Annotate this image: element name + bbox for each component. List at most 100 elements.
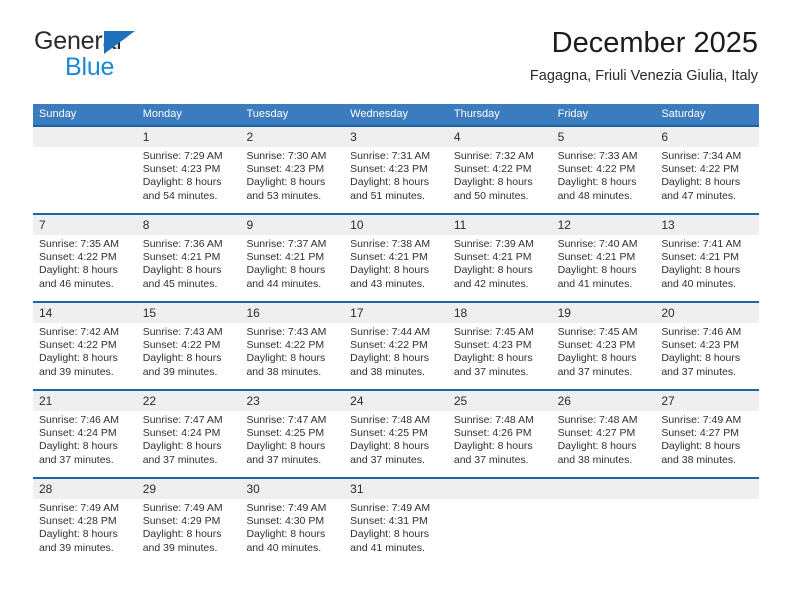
weekday-header-wednesday: Wednesday [350, 108, 409, 120]
day-cell[interactable]: 1 Sunrise: 7:29 AM Sunset: 4:23 PM Dayli… [136, 127, 241, 213]
day-details: Sunrise: 7:41 AM Sunset: 4:21 PM Dayligh… [655, 235, 759, 291]
day-details: Sunrise: 7:49 AM Sunset: 4:31 PM Dayligh… [344, 499, 448, 555]
day-cell[interactable]: 22 Sunrise: 7:47 AM Sunset: 4:24 PM Dayl… [136, 391, 241, 477]
day-cell[interactable]: 23 Sunrise: 7:47 AM Sunset: 4:25 PM Dayl… [240, 391, 345, 477]
day-number: 26 [551, 391, 656, 411]
day-cell[interactable]: 19 Sunrise: 7:45 AM Sunset: 4:23 PM Dayl… [551, 303, 656, 389]
sunrise-text: Sunrise: 7:31 AM [350, 150, 431, 162]
daylight-text: Daylight: 8 hours and 45 minutes. [142, 264, 222, 290]
day-cell[interactable]: 6 Sunrise: 7:34 AM Sunset: 4:22 PM Dayli… [655, 127, 760, 213]
day-number: 15 [136, 303, 241, 323]
day-cell[interactable]: 21 Sunrise: 7:46 AM Sunset: 4:24 PM Dayl… [33, 391, 137, 477]
day-details [552, 499, 656, 502]
day-cell[interactable]: 11 Sunrise: 7:39 AM Sunset: 4:21 PM Dayl… [447, 215, 552, 301]
day-cell[interactable]: 8 Sunrise: 7:36 AM Sunset: 4:21 PM Dayli… [136, 215, 241, 301]
day-cell[interactable]: 12 Sunrise: 7:40 AM Sunset: 4:21 PM Dayl… [551, 215, 656, 301]
day-cell[interactable] [447, 479, 552, 565]
day-cell[interactable]: 2 Sunrise: 7:30 AM Sunset: 4:23 PM Dayli… [240, 127, 345, 213]
sunset-text: Sunset: 4:23 PM [350, 163, 428, 176]
daylight-text: Daylight: 8 hours and 37 minutes. [557, 352, 637, 378]
daylight-text: Daylight: 8 hours and 48 minutes. [557, 176, 637, 202]
day-cell[interactable]: 18 Sunrise: 7:45 AM Sunset: 4:23 PM Dayl… [447, 303, 552, 389]
day-number: 29 [136, 479, 241, 499]
sunset-text: Sunset: 4:29 PM [142, 515, 221, 528]
day-number: 11 [447, 215, 552, 235]
day-number: 30 [240, 479, 345, 499]
weekday-header-sunday: Sunday [39, 108, 77, 120]
day-details: Sunrise: 7:40 AM Sunset: 4:21 PM Dayligh… [552, 235, 656, 291]
day-cell[interactable]: 17 Sunrise: 7:44 AM Sunset: 4:22 PM Dayl… [344, 303, 448, 389]
day-cell[interactable]: 16 Sunrise: 7:43 AM Sunset: 4:22 PM Dayl… [240, 303, 345, 389]
daylight-text: Daylight: 8 hours and 39 minutes. [142, 528, 222, 554]
day-cell[interactable]: 10 Sunrise: 7:38 AM Sunset: 4:21 PM Dayl… [344, 215, 448, 301]
daylight-text: Daylight: 8 hours and 40 minutes. [661, 264, 741, 290]
day-details: Sunrise: 7:43 AM Sunset: 4:22 PM Dayligh… [137, 323, 241, 379]
day-number: 6 [655, 127, 760, 147]
week-row: 28 Sunrise: 7:49 AM Sunset: 4:28 PM Dayl… [33, 477, 760, 565]
day-cell[interactable]: 7 Sunrise: 7:35 AM Sunset: 4:22 PM Dayli… [33, 215, 137, 301]
day-number [447, 479, 552, 499]
week-row: 1 Sunrise: 7:29 AM Sunset: 4:23 PM Dayli… [33, 125, 760, 213]
day-cell[interactable]: 15 Sunrise: 7:43 AM Sunset: 4:22 PM Dayl… [136, 303, 241, 389]
daylight-text: Daylight: 8 hours and 41 minutes. [350, 528, 429, 554]
page-subtitle: Fagagna, Friuli Venezia Giulia, Italy [529, 68, 758, 84]
sunset-text: Sunset: 4:23 PM [453, 339, 532, 352]
day-number: 4 [447, 127, 552, 147]
day-cell[interactable]: 13 Sunrise: 7:41 AM Sunset: 4:21 PM Dayl… [655, 215, 760, 301]
day-cell[interactable]: 25 Sunrise: 7:48 AM Sunset: 4:26 PM Dayl… [447, 391, 552, 477]
day-cell[interactable]: 14 Sunrise: 7:42 AM Sunset: 4:22 PM Dayl… [33, 303, 137, 389]
daylight-text: Daylight: 8 hours and 41 minutes. [557, 264, 637, 290]
day-cell[interactable] [655, 479, 760, 565]
sunrise-text: Sunrise: 7:30 AM [246, 150, 327, 162]
sunrise-text: Sunrise: 7:46 AM [39, 414, 119, 426]
day-number: 31 [344, 479, 448, 499]
sunrise-text: Sunrise: 7:39 AM [453, 238, 534, 250]
sunrise-text: Sunrise: 7:36 AM [142, 238, 223, 250]
day-cell[interactable]: 3 Sunrise: 7:31 AM Sunset: 4:23 PM Dayli… [344, 127, 448, 213]
day-cell[interactable] [551, 479, 656, 565]
blue-triangle-icon [104, 31, 135, 54]
day-cell[interactable] [33, 127, 137, 213]
brand-logo[interactable]: General Blue [34, 26, 264, 88]
day-details: Sunrise: 7:31 AM Sunset: 4:23 PM Dayligh… [344, 147, 448, 203]
day-cell[interactable]: 29 Sunrise: 7:49 AM Sunset: 4:29 PM Dayl… [136, 479, 241, 565]
daylight-text: Daylight: 8 hours and 37 minutes. [453, 352, 533, 378]
day-details: Sunrise: 7:44 AM Sunset: 4:22 PM Dayligh… [344, 323, 448, 379]
day-details: Sunrise: 7:48 AM Sunset: 4:27 PM Dayligh… [552, 411, 656, 467]
day-number: 8 [136, 215, 241, 235]
day-cell[interactable]: 5 Sunrise: 7:33 AM Sunset: 4:22 PM Dayli… [551, 127, 656, 213]
daylight-text: Daylight: 8 hours and 37 minutes. [39, 440, 118, 466]
day-number [33, 127, 137, 147]
day-cell[interactable]: 4 Sunrise: 7:32 AM Sunset: 4:22 PM Dayli… [447, 127, 552, 213]
day-cell[interactable]: 9 Sunrise: 7:37 AM Sunset: 4:21 PM Dayli… [240, 215, 345, 301]
day-number: 16 [240, 303, 345, 323]
day-cell[interactable]: 27 Sunrise: 7:49 AM Sunset: 4:27 PM Dayl… [655, 391, 760, 477]
day-cell[interactable]: 24 Sunrise: 7:48 AM Sunset: 4:25 PM Dayl… [344, 391, 448, 477]
sunrise-text: Sunrise: 7:47 AM [142, 414, 223, 426]
daylight-text: Daylight: 8 hours and 38 minutes. [246, 352, 326, 378]
sunset-text: Sunset: 4:21 PM [453, 251, 532, 264]
daylight-text: Daylight: 8 hours and 46 minutes. [39, 264, 118, 290]
day-details [448, 499, 552, 502]
day-cell[interactable]: 28 Sunrise: 7:49 AM Sunset: 4:28 PM Dayl… [33, 479, 137, 565]
day-cell[interactable]: 26 Sunrise: 7:48 AM Sunset: 4:27 PM Dayl… [551, 391, 656, 477]
day-number: 19 [551, 303, 656, 323]
day-cell[interactable]: 31 Sunrise: 7:49 AM Sunset: 4:31 PM Dayl… [344, 479, 448, 565]
daylight-text: Daylight: 8 hours and 39 minutes. [39, 352, 118, 378]
sunrise-text: Sunrise: 7:45 AM [453, 326, 534, 338]
daylight-text: Daylight: 8 hours and 38 minutes. [350, 352, 429, 378]
daylight-text: Daylight: 8 hours and 53 minutes. [246, 176, 326, 202]
day-cell[interactable]: 30 Sunrise: 7:49 AM Sunset: 4:30 PM Dayl… [240, 479, 345, 565]
daylight-text: Daylight: 8 hours and 39 minutes. [39, 528, 118, 554]
daylight-text: Daylight: 8 hours and 51 minutes. [350, 176, 429, 202]
day-number: 25 [447, 391, 552, 411]
daylight-text: Daylight: 8 hours and 37 minutes. [453, 440, 533, 466]
day-details: Sunrise: 7:49 AM Sunset: 4:28 PM Dayligh… [33, 499, 137, 555]
weekday-header-saturday: Saturday [661, 108, 706, 120]
day-cell[interactable]: 20 Sunrise: 7:46 AM Sunset: 4:23 PM Dayl… [655, 303, 760, 389]
daylight-text: Daylight: 8 hours and 37 minutes. [350, 440, 429, 466]
sunrise-text: Sunrise: 7:49 AM [350, 502, 431, 514]
day-details: Sunrise: 7:29 AM Sunset: 4:23 PM Dayligh… [137, 147, 241, 203]
day-details [655, 499, 759, 502]
daylight-text: Daylight: 8 hours and 42 minutes. [453, 264, 533, 290]
